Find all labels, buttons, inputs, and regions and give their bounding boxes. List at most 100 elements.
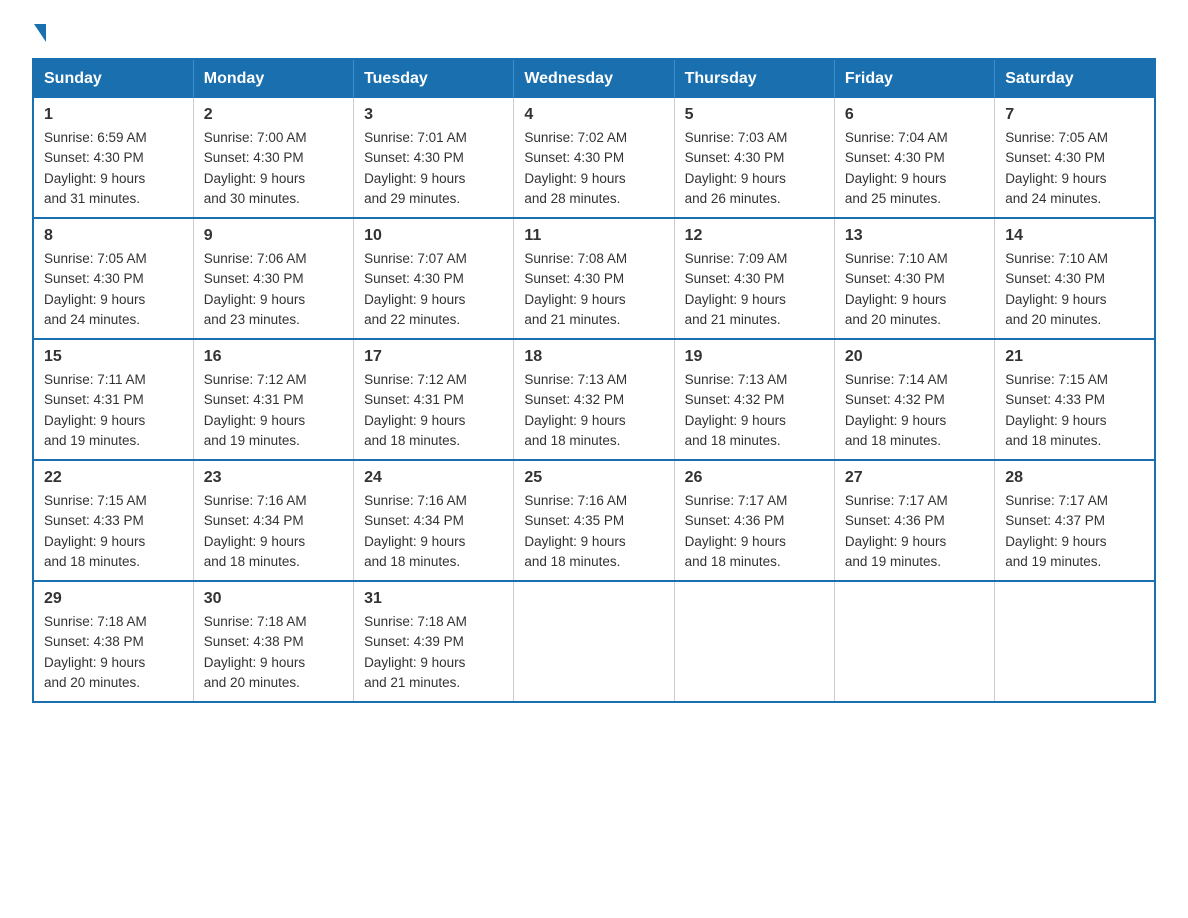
calendar-table: SundayMondayTuesdayWednesdayThursdayFrid… xyxy=(32,58,1156,703)
sunset-label: Sunset: 4:30 PM xyxy=(1005,150,1105,165)
sunset-label: Sunset: 4:30 PM xyxy=(364,271,464,286)
calendar-cell: 22 Sunrise: 7:15 AM Sunset: 4:33 PM Dayl… xyxy=(33,460,193,581)
calendar-cell xyxy=(995,581,1155,702)
daylight-label: Daylight: 9 hours xyxy=(44,171,145,186)
day-number: 23 xyxy=(204,469,343,487)
sunrise-label: Sunrise: 7:11 AM xyxy=(44,372,146,387)
sunrise-label: Sunrise: 7:10 AM xyxy=(1005,251,1108,266)
day-info: Sunrise: 7:18 AM Sunset: 4:38 PM Dayligh… xyxy=(204,612,343,693)
sunset-label: Sunset: 4:30 PM xyxy=(44,271,144,286)
day-number: 21 xyxy=(1005,348,1144,366)
sunset-label: Sunset: 4:30 PM xyxy=(524,271,624,286)
daylight-minutes: and 30 minutes. xyxy=(204,191,300,206)
sunset-label: Sunset: 4:32 PM xyxy=(845,392,945,407)
daylight-label: Daylight: 9 hours xyxy=(845,292,946,307)
day-info: Sunrise: 7:10 AM Sunset: 4:30 PM Dayligh… xyxy=(1005,249,1144,330)
daylight-label: Daylight: 9 hours xyxy=(685,413,786,428)
daylight-minutes: and 18 minutes. xyxy=(364,433,460,448)
sunset-label: Sunset: 4:30 PM xyxy=(204,271,304,286)
daylight-minutes: and 22 minutes. xyxy=(364,312,460,327)
day-number: 20 xyxy=(845,348,984,366)
day-number: 3 xyxy=(364,106,503,124)
calendar-body: 1 Sunrise: 6:59 AM Sunset: 4:30 PM Dayli… xyxy=(33,98,1155,702)
logo-arrow-icon xyxy=(34,24,46,42)
calendar-cell: 16 Sunrise: 7:12 AM Sunset: 4:31 PM Dayl… xyxy=(193,339,353,460)
sunset-label: Sunset: 4:30 PM xyxy=(685,150,785,165)
daylight-label: Daylight: 9 hours xyxy=(1005,171,1106,186)
sunrise-label: Sunrise: 7:16 AM xyxy=(524,493,627,508)
daylight-minutes: and 18 minutes. xyxy=(845,433,941,448)
calendar-cell: 23 Sunrise: 7:16 AM Sunset: 4:34 PM Dayl… xyxy=(193,460,353,581)
sunrise-label: Sunrise: 7:17 AM xyxy=(1005,493,1108,508)
daylight-minutes: and 19 minutes. xyxy=(1005,554,1101,569)
calendar-cell: 14 Sunrise: 7:10 AM Sunset: 4:30 PM Dayl… xyxy=(995,218,1155,339)
sunset-label: Sunset: 4:32 PM xyxy=(685,392,785,407)
calendar-cell: 30 Sunrise: 7:18 AM Sunset: 4:38 PM Dayl… xyxy=(193,581,353,702)
day-number: 6 xyxy=(845,106,984,124)
sunset-label: Sunset: 4:30 PM xyxy=(845,150,945,165)
daylight-label: Daylight: 9 hours xyxy=(204,413,305,428)
sunrise-label: Sunrise: 7:17 AM xyxy=(845,493,948,508)
sunrise-label: Sunrise: 7:08 AM xyxy=(524,251,627,266)
sunset-label: Sunset: 4:38 PM xyxy=(204,634,304,649)
daylight-label: Daylight: 9 hours xyxy=(685,171,786,186)
calendar-cell: 8 Sunrise: 7:05 AM Sunset: 4:30 PM Dayli… xyxy=(33,218,193,339)
day-info: Sunrise: 7:12 AM Sunset: 4:31 PM Dayligh… xyxy=(364,370,503,451)
day-number: 31 xyxy=(364,590,503,608)
page-header xyxy=(32,24,1156,42)
week-row-5: 29 Sunrise: 7:18 AM Sunset: 4:38 PM Dayl… xyxy=(33,581,1155,702)
sunset-label: Sunset: 4:34 PM xyxy=(204,513,304,528)
daylight-label: Daylight: 9 hours xyxy=(204,655,305,670)
day-info: Sunrise: 7:11 AM Sunset: 4:31 PM Dayligh… xyxy=(44,370,183,451)
calendar-cell: 12 Sunrise: 7:09 AM Sunset: 4:30 PM Dayl… xyxy=(674,218,834,339)
daylight-minutes: and 21 minutes. xyxy=(364,675,460,690)
logo xyxy=(32,24,48,42)
day-number: 22 xyxy=(44,469,183,487)
sunset-label: Sunset: 4:31 PM xyxy=(204,392,304,407)
sunset-label: Sunset: 4:30 PM xyxy=(204,150,304,165)
day-number: 9 xyxy=(204,227,343,245)
day-info: Sunrise: 7:05 AM Sunset: 4:30 PM Dayligh… xyxy=(44,249,183,330)
calendar-cell: 13 Sunrise: 7:10 AM Sunset: 4:30 PM Dayl… xyxy=(834,218,994,339)
day-info: Sunrise: 7:06 AM Sunset: 4:30 PM Dayligh… xyxy=(204,249,343,330)
sunrise-label: Sunrise: 7:07 AM xyxy=(364,251,467,266)
sunrise-label: Sunrise: 7:05 AM xyxy=(44,251,147,266)
calendar-cell: 31 Sunrise: 7:18 AM Sunset: 4:39 PM Dayl… xyxy=(354,581,514,702)
day-number: 15 xyxy=(44,348,183,366)
day-info: Sunrise: 7:07 AM Sunset: 4:30 PM Dayligh… xyxy=(364,249,503,330)
sunrise-label: Sunrise: 7:09 AM xyxy=(685,251,788,266)
day-info: Sunrise: 7:04 AM Sunset: 4:30 PM Dayligh… xyxy=(845,128,984,209)
calendar-cell: 25 Sunrise: 7:16 AM Sunset: 4:35 PM Dayl… xyxy=(514,460,674,581)
daylight-minutes: and 18 minutes. xyxy=(364,554,460,569)
sunrise-label: Sunrise: 7:01 AM xyxy=(364,130,467,145)
sunrise-label: Sunrise: 7:06 AM xyxy=(204,251,307,266)
day-info: Sunrise: 7:15 AM Sunset: 4:33 PM Dayligh… xyxy=(44,491,183,572)
sunset-label: Sunset: 4:39 PM xyxy=(364,634,464,649)
day-header-saturday: Saturday xyxy=(995,59,1155,98)
day-number: 25 xyxy=(524,469,663,487)
day-number: 13 xyxy=(845,227,984,245)
sunrise-label: Sunrise: 7:13 AM xyxy=(524,372,627,387)
calendar-cell: 24 Sunrise: 7:16 AM Sunset: 4:34 PM Dayl… xyxy=(354,460,514,581)
day-number: 16 xyxy=(204,348,343,366)
day-number: 19 xyxy=(685,348,824,366)
sunrise-label: Sunrise: 7:18 AM xyxy=(44,614,147,629)
sunrise-label: Sunrise: 7:12 AM xyxy=(204,372,307,387)
calendar-cell xyxy=(834,581,994,702)
daylight-minutes: and 18 minutes. xyxy=(1005,433,1101,448)
daylight-minutes: and 18 minutes. xyxy=(685,433,781,448)
daylight-minutes: and 18 minutes. xyxy=(204,554,300,569)
calendar-header: SundayMondayTuesdayWednesdayThursdayFrid… xyxy=(33,59,1155,98)
daylight-minutes: and 18 minutes. xyxy=(44,554,140,569)
calendar-cell: 27 Sunrise: 7:17 AM Sunset: 4:36 PM Dayl… xyxy=(834,460,994,581)
day-header-monday: Monday xyxy=(193,59,353,98)
sunset-label: Sunset: 4:31 PM xyxy=(44,392,144,407)
day-info: Sunrise: 7:13 AM Sunset: 4:32 PM Dayligh… xyxy=(685,370,824,451)
week-row-3: 15 Sunrise: 7:11 AM Sunset: 4:31 PM Dayl… xyxy=(33,339,1155,460)
calendar-cell: 21 Sunrise: 7:15 AM Sunset: 4:33 PM Dayl… xyxy=(995,339,1155,460)
day-info: Sunrise: 7:03 AM Sunset: 4:30 PM Dayligh… xyxy=(685,128,824,209)
sunset-label: Sunset: 4:30 PM xyxy=(524,150,624,165)
day-info: Sunrise: 7:08 AM Sunset: 4:30 PM Dayligh… xyxy=(524,249,663,330)
sunset-label: Sunset: 4:38 PM xyxy=(44,634,144,649)
daylight-label: Daylight: 9 hours xyxy=(524,171,625,186)
